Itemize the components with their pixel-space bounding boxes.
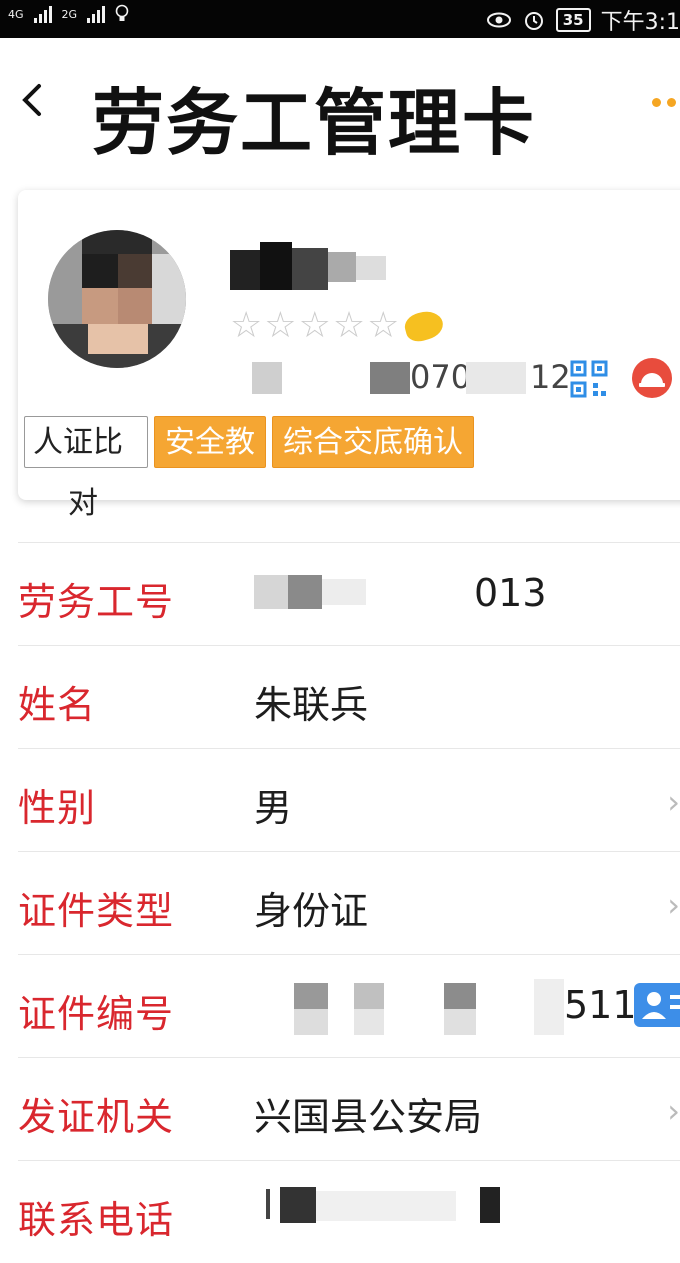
signal-icon [33, 5, 52, 23]
profile-card: ☆ ☆ ☆ ☆ ☆ 070 12 人证比 安全教 综合交底确认 对 [18, 190, 680, 521]
field-value: 511 [564, 983, 637, 1027]
star-rating: ☆ ☆ ☆ ☆ ☆ [230, 305, 447, 346]
more-options-icon[interactable] [652, 98, 676, 107]
field-value: 朱联兵 [254, 683, 369, 727]
field-label: 姓名 [18, 683, 97, 727]
field-name: 姓名 朱联兵 [18, 645, 680, 748]
avatar[interactable] [48, 230, 186, 368]
field-label: 证件编号 [18, 992, 175, 1036]
redacted-value [254, 567, 454, 617]
status-time: 下午3:1 [600, 10, 680, 35]
star-icon: ☆ [332, 305, 366, 346]
field-id-type[interactable]: 证件类型 身份证 › [18, 851, 680, 954]
face-match-button[interactable]: 人证比 [24, 416, 148, 468]
alarm-icon [524, 12, 543, 30]
chevron-right-icon: › [667, 783, 680, 821]
safety-training-button[interactable]: 安全教 [154, 416, 266, 468]
back-arrow-icon[interactable] [15, 80, 55, 120]
star-icon: ☆ [230, 305, 263, 346]
action-buttons: 人证比 安全教 综合交底确认 [24, 416, 474, 468]
contact-card-icon[interactable] [634, 983, 680, 1027]
helmet-icon[interactable] [632, 358, 672, 398]
status-left: 4G 2G [8, 4, 129, 24]
star-icon: ☆ [264, 305, 297, 346]
field-gender[interactable]: 性别 男 › [18, 748, 680, 851]
field-label: 性别 [18, 786, 97, 830]
field-worker-number: 劳务工号 013 [18, 542, 680, 645]
status-right: 35 下午3:1 [486, 4, 680, 36]
name-redacted [230, 242, 390, 297]
status-bar: 4G 2G 35 下午3:1 [0, 0, 680, 38]
network-label-2: 2G [61, 7, 78, 21]
face-match-button-wrap[interactable]: 对 [68, 478, 98, 522]
field-value: 男 [254, 786, 293, 830]
eye-icon [486, 12, 511, 28]
page-title: 劳务工管理卡 [92, 81, 537, 165]
field-value: 身份证 [254, 889, 369, 933]
field-label: 发证机关 [18, 1095, 175, 1139]
field-value: 013 [474, 571, 547, 615]
worker-id-suffix: 12 [530, 358, 571, 396]
battery-indicator: 35 [555, 8, 591, 32]
field-label: 劳务工号 [18, 580, 175, 624]
field-value: 兴国县公安局 [254, 1095, 483, 1139]
qr-code-icon[interactable] [570, 360, 608, 398]
redacted-value [266, 1185, 506, 1235]
nav-header: 劳务工管理卡 [0, 38, 680, 188]
chevron-right-icon: › [667, 1092, 680, 1130]
field-label: 证件类型 [18, 889, 175, 933]
redacted-value [254, 979, 574, 1035]
worker-id-prefix: 070 [410, 358, 472, 396]
field-phone: 联系电话 [18, 1160, 680, 1263]
briefing-confirm-button[interactable]: 综合交底确认 [272, 416, 474, 468]
field-id-number: 证件编号 511 [18, 954, 680, 1057]
signal-icon-2 [87, 5, 106, 23]
network-label-1: 4G [8, 7, 24, 21]
field-issuing-authority[interactable]: 发证机关 兴国县公安局 › [18, 1057, 680, 1160]
bulb-icon [115, 4, 129, 21]
bean-icon [402, 307, 447, 345]
worker-id-row: 070 12 [230, 358, 672, 398]
field-list: 劳务工号 013 姓名 朱联兵 性别 男 › 证件类型 身份证 › 证件编号 5… [18, 542, 680, 1263]
chevron-right-icon: › [667, 886, 680, 924]
star-icon: ☆ [298, 305, 331, 346]
field-label: 联系电话 [18, 1198, 175, 1242]
star-icon: ☆ [367, 305, 400, 346]
